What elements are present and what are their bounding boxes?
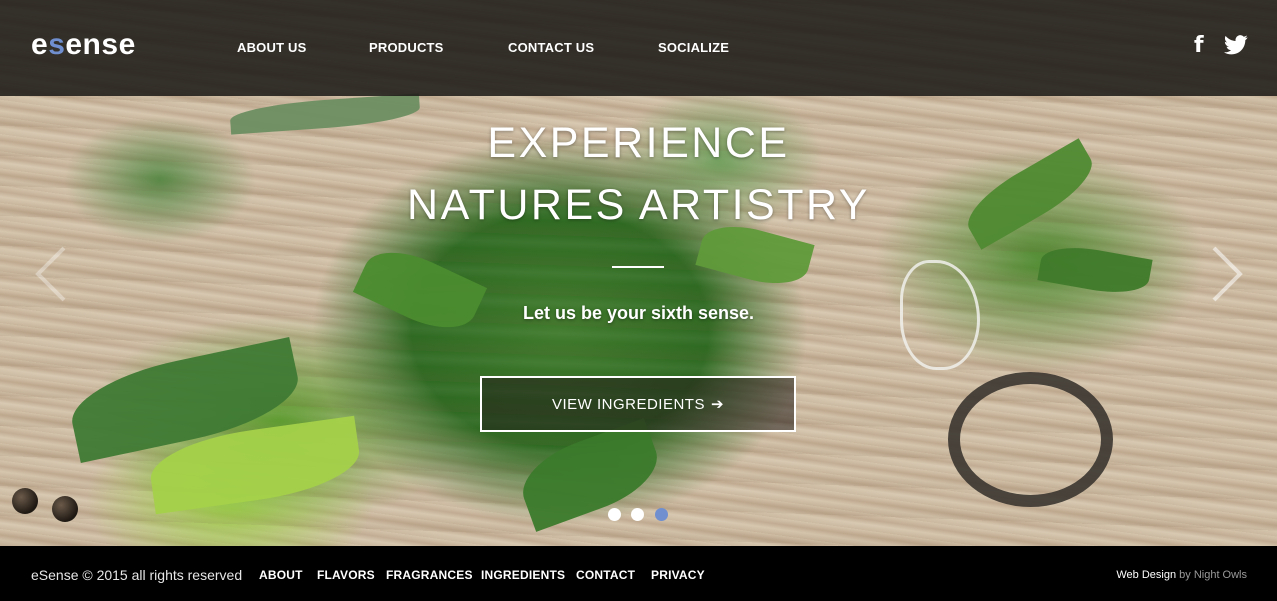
nav-link-socialize[interactable]: SOCIALIZE xyxy=(658,40,729,55)
site-logo[interactable]: esense xyxy=(31,28,136,62)
hero-divider xyxy=(612,266,664,268)
facebook-icon[interactable]: f xyxy=(1194,33,1204,58)
peppercorn xyxy=(12,488,38,514)
logo-text-accent: s xyxy=(48,28,66,61)
web-design-credit[interactable]: Web Design by Night Owls xyxy=(1116,569,1247,581)
carousel-dot-3[interactable] xyxy=(655,508,668,521)
credit-label: Web Design xyxy=(1116,569,1177,581)
carousel-dot-2[interactable] xyxy=(631,508,644,521)
scissors-handle-decoration xyxy=(948,372,1113,507)
footer-link-about[interactable]: ABOUT xyxy=(259,568,303,582)
view-ingredients-label: VIEW INGREDIENTS xyxy=(551,395,705,413)
nav-link-contact-us[interactable]: CONTACT US xyxy=(508,40,594,55)
footer-copyright: eSense © 2015 all rights reserved xyxy=(31,567,243,583)
logo-text-prefix: e xyxy=(31,28,49,61)
view-ingredients-button[interactable]: VIEW INGREDIENTS ➔ xyxy=(480,376,796,432)
logo-text-suffix: ense xyxy=(65,28,136,61)
chevron-right-icon xyxy=(1212,246,1243,302)
footer-link-ingredients[interactable]: INGREDIENTS xyxy=(481,568,565,582)
footer-link-flavors[interactable]: FLAVORS xyxy=(317,568,375,582)
footer-link-privacy[interactable]: PRIVACY xyxy=(651,568,705,582)
nav-link-products[interactable]: PRODUCTS xyxy=(369,40,444,55)
footer-link-fragrances[interactable]: FRAGRANCES xyxy=(386,568,473,582)
carousel-dot-1[interactable] xyxy=(608,508,621,521)
carousel-next-button[interactable] xyxy=(1208,244,1248,304)
peppercorn xyxy=(52,496,78,522)
twitter-icon[interactable] xyxy=(1224,35,1248,55)
hero-headline-line1: EXPERIENCE xyxy=(487,119,790,167)
chevron-left-icon xyxy=(35,246,66,302)
hero-headline: EXPERIENCE NATURES ARTISTRY xyxy=(0,112,1277,236)
footer-link-contact[interactable]: CONTACT xyxy=(576,568,635,582)
credit-author: by Night Owls xyxy=(1179,569,1247,581)
site-header: esense ABOUT US PRODUCTS CONTACT US SOCI… xyxy=(0,0,1277,96)
hero-headline-line2: NATURES ARTISTRY xyxy=(407,181,870,229)
carousel-prev-button[interactable] xyxy=(30,244,70,304)
hero-tagline: Let us be your sixth sense. xyxy=(522,303,755,323)
arrow-right-icon: ➔ xyxy=(710,396,725,413)
nav-link-about-us[interactable]: ABOUT US xyxy=(237,40,307,55)
site-footer: eSense © 2015 all rights reserved ABOUT … xyxy=(0,546,1277,601)
